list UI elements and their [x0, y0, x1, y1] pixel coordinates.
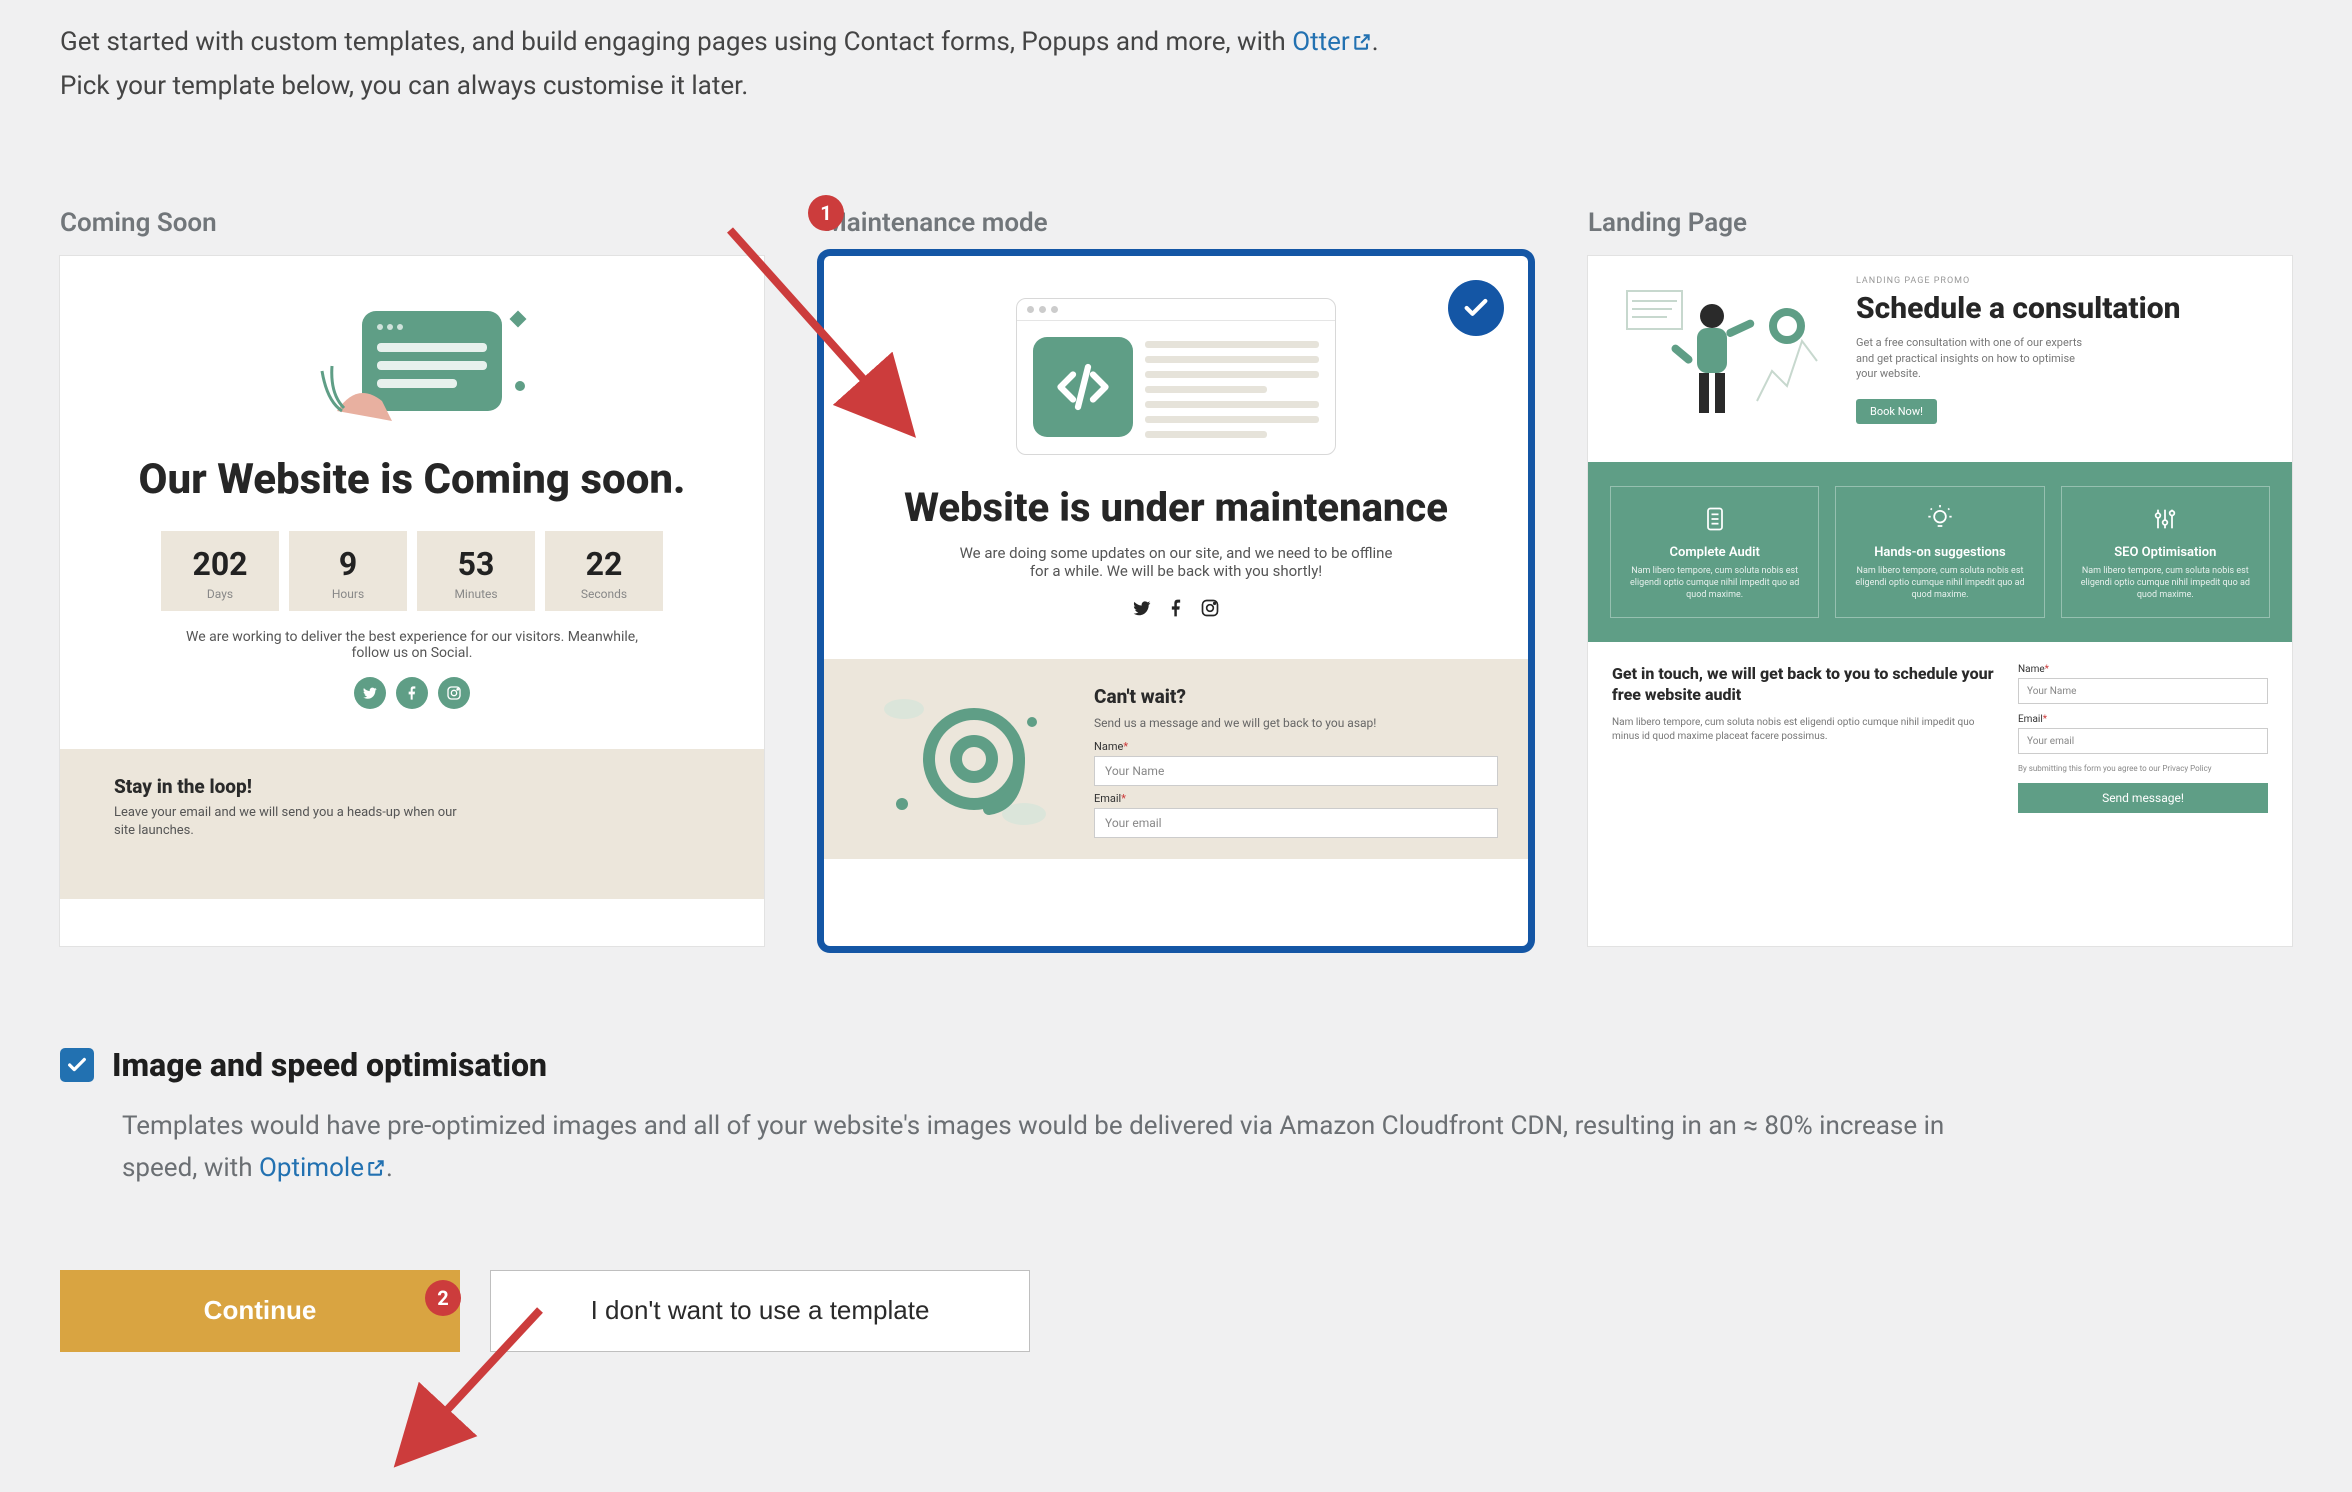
instagram-icon — [1200, 598, 1220, 623]
name-input: Your Name — [1094, 756, 1498, 786]
maintenance-sub: We are doing some updates on our site, a… — [956, 544, 1396, 580]
lp-name-label: Name* — [2018, 664, 2268, 675]
column-title-landing: Landing Page — [1588, 208, 2292, 238]
lightbulb-icon — [1846, 501, 2033, 537]
maintenance-illustration — [864, 286, 1488, 466]
lp-name-input: Your Name — [2018, 678, 2268, 704]
countdown: 202Days 9Hours 53Minutes 22Seconds — [100, 531, 724, 611]
lp-email-label: Email* — [2018, 714, 2268, 725]
optimole-link[interactable]: Optimole — [259, 1153, 386, 1183]
selected-check-icon — [1448, 280, 1504, 336]
column-maintenance: Maintenance mode — [824, 208, 1528, 946]
countdown-hours: 9Hours — [289, 531, 407, 611]
maintenance-social — [864, 598, 1488, 623]
column-title-coming-soon: Coming Soon — [60, 208, 764, 238]
lp-email-input: Your email — [2018, 728, 2268, 754]
otter-link[interactable]: Otter — [1292, 27, 1372, 57]
instagram-icon — [438, 677, 470, 709]
loop-subtitle: Leave your email and we will send you a … — [114, 804, 474, 840]
maintenance-headline: Website is under maintenance — [864, 486, 1488, 530]
countdown-minutes: 53Minutes — [417, 531, 535, 611]
landing-hero-illustration — [1612, 276, 1842, 446]
email-input: Your email — [1094, 808, 1498, 838]
cant-wait-sub: Send us a message and we will get back t… — [1094, 716, 1498, 730]
lp-send-button: Send message! — [2018, 783, 2268, 813]
optimisation-desc: Templates would have pre-optimized image… — [122, 1106, 2022, 1189]
twitter-icon — [354, 677, 386, 709]
twitter-icon — [1132, 598, 1152, 623]
landing-headline: Schedule a consultation — [1856, 292, 2268, 325]
landing-cta: Book Now! — [1856, 399, 1937, 424]
column-coming-soon: Coming Soon — [60, 208, 764, 946]
coming-soon-illustration — [100, 286, 724, 446]
intro-line1-b: . — [1372, 27, 1379, 57]
clipboard-icon — [1621, 501, 1808, 537]
at-sign-illustration — [854, 685, 1074, 833]
external-link-icon — [366, 1150, 386, 1170]
column-title-maintenance: Maintenance mode — [824, 208, 1528, 238]
template-card-coming-soon[interactable]: Our Website is Coming soon. 202Days 9Hou… — [60, 256, 764, 946]
intro-text: Get started with custom templates, and b… — [60, 0, 2292, 108]
landing-bottom-desc: Nam libero tempore, cum soluta nobis est… — [1612, 716, 1998, 744]
code-icon — [1033, 337, 1133, 437]
feature-seo: SEO Optimisation Nam libero tempore, cum… — [2061, 486, 2270, 618]
sliders-icon — [2072, 501, 2259, 537]
annotation-badge-2: 2 — [425, 1280, 461, 1316]
lp-privacy-note: By submitting this form you agree to our… — [2018, 764, 2268, 773]
optimisation-title: Image and speed optimisation — [112, 1046, 547, 1084]
optimisation-checkbox[interactable] — [60, 1048, 94, 1082]
coming-soon-headline: Our Website is Coming soon. — [100, 456, 724, 504]
facebook-icon — [1166, 598, 1186, 623]
continue-button[interactable]: Continue — [60, 1270, 460, 1352]
loop-title: Stay in the loop! — [114, 775, 710, 798]
cant-wait-title: Can't wait? — [1094, 685, 1498, 708]
email-label: Email* — [1094, 792, 1498, 805]
template-card-landing[interactable]: LANDING PAGE PROMO Schedule a consultati… — [1588, 256, 2292, 946]
intro-line2: Pick your template below, you can always… — [60, 64, 2292, 108]
countdown-days: 202Days — [161, 531, 279, 611]
facebook-icon — [396, 677, 428, 709]
landing-sub: Get a free consultation with one of our … — [1856, 335, 2086, 381]
external-link-icon — [1352, 22, 1372, 42]
landing-bottom-title: Get in touch, we will get back to you to… — [1612, 664, 1998, 706]
intro-line1-a: Get started with custom templates, and b… — [60, 27, 1292, 57]
column-landing: Landing Page — [1588, 208, 2292, 946]
landing-tag: LANDING PAGE PROMO — [1856, 276, 2268, 286]
name-label: Name* — [1094, 740, 1498, 753]
feature-audit: Complete Audit Nam libero tempore, cum s… — [1610, 486, 1819, 618]
annotation-badge-1: 1 — [808, 195, 844, 231]
countdown-seconds: 22Seconds — [545, 531, 663, 611]
template-card-maintenance[interactable]: Website is under maintenance We are doin… — [824, 256, 1528, 946]
skip-template-button[interactable]: I don't want to use a template — [490, 1270, 1030, 1352]
feature-suggestions: Hands-on suggestions Nam libero tempore,… — [1835, 486, 2044, 618]
coming-soon-blurb: We are working to deliver the best exper… — [172, 629, 652, 661]
